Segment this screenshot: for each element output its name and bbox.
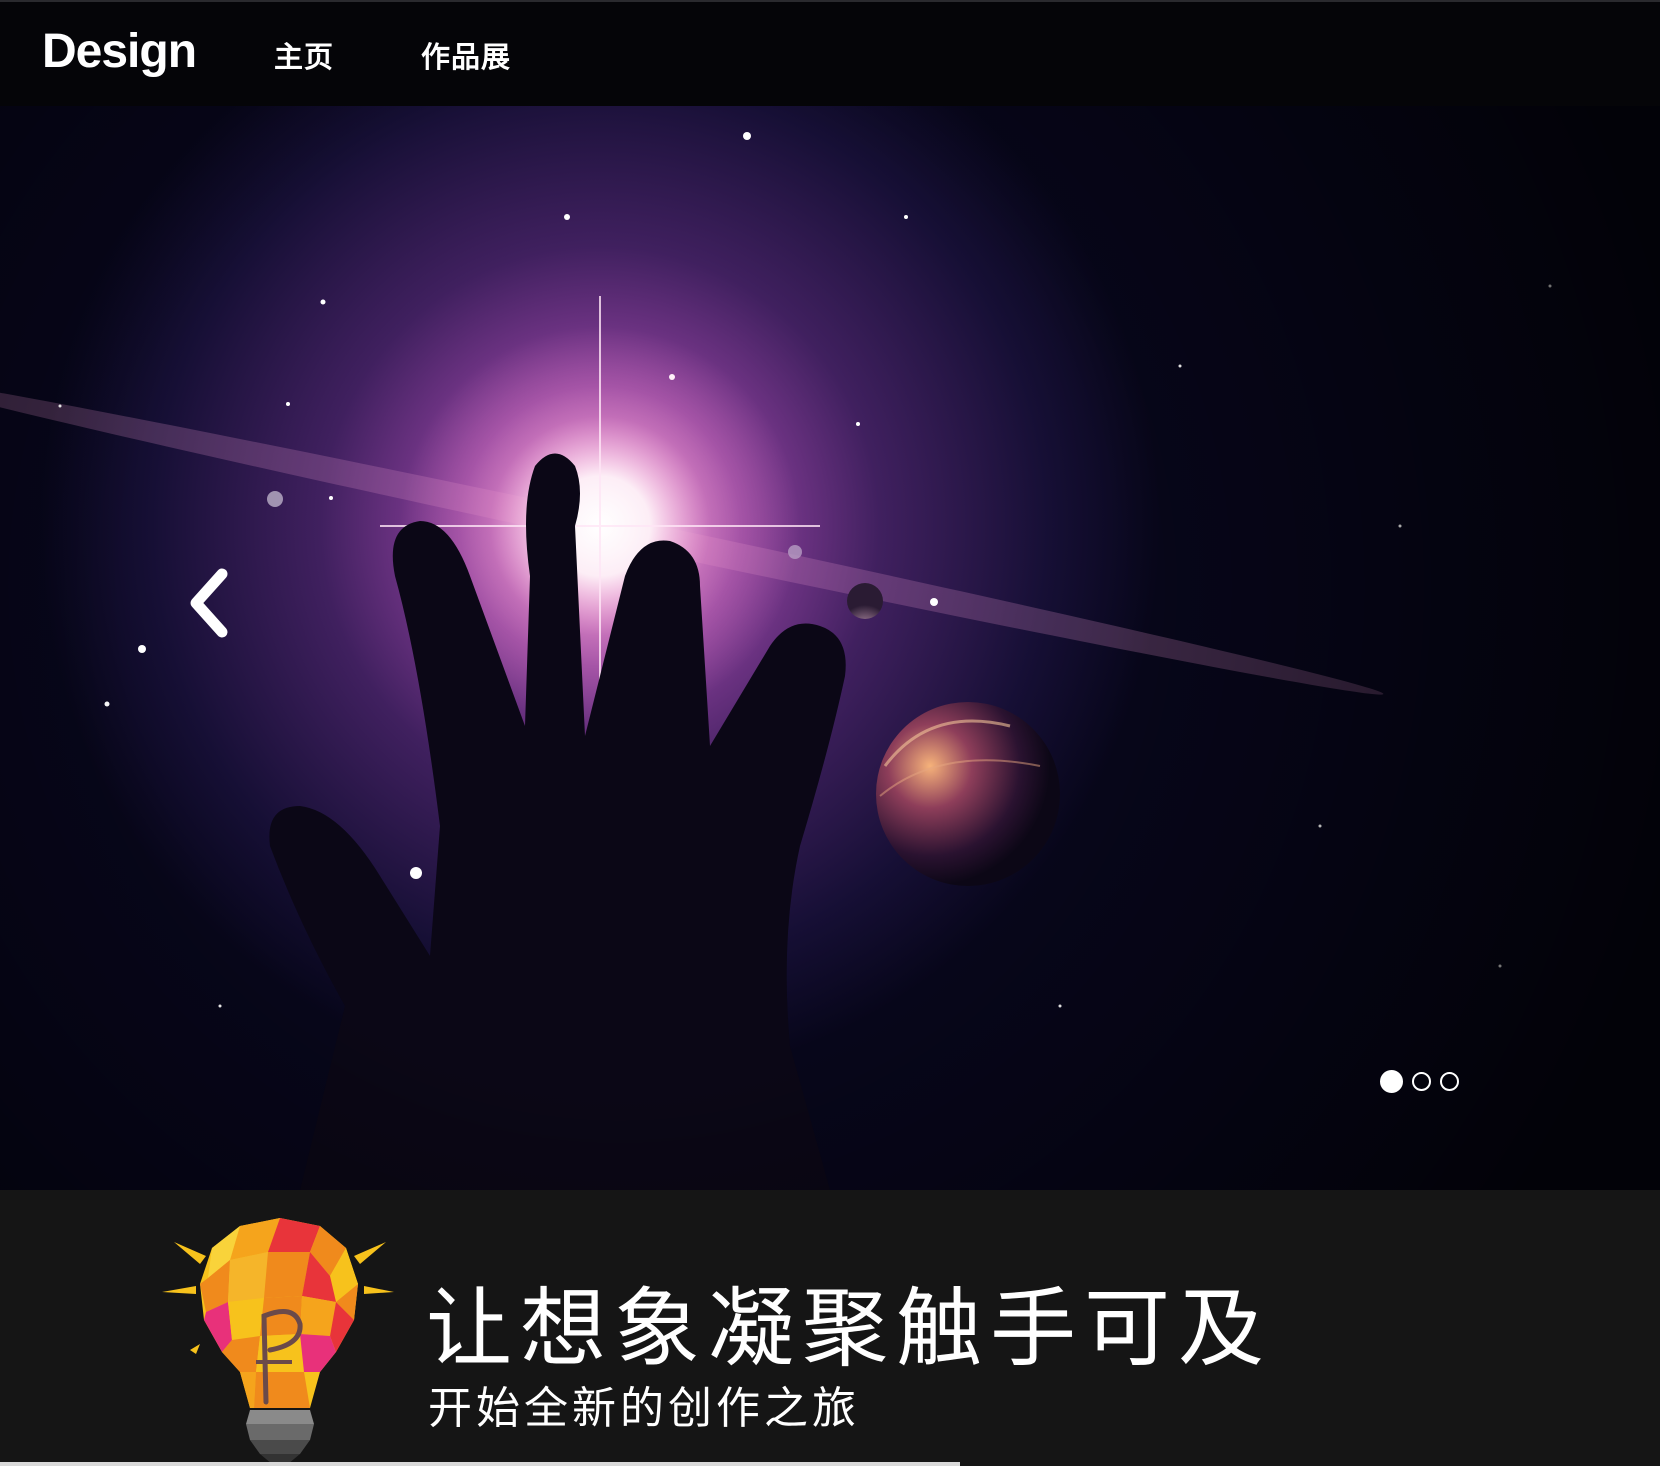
- horizontal-scrollbar[interactable]: [0, 1462, 960, 1466]
- carousel-dot-1[interactable]: [1380, 1069, 1403, 1093]
- banner-headline: 让想象凝聚触手可及: [426, 1279, 1272, 1379]
- page: Design 主页 作品展 让想象凝聚触手可及 开始全新的创作之旅: [0, 0, 1660, 1466]
- hero-carousel: [0, 106, 1660, 1190]
- carousel-prev-button[interactable]: [186, 568, 234, 638]
- carousel-dot-3[interactable]: [1440, 1071, 1459, 1091]
- brand-logo-text[interactable]: Design: [42, 24, 197, 79]
- nav-link-gallery[interactable]: 作品展: [421, 34, 511, 76]
- carousel-dot-2[interactable]: [1412, 1071, 1431, 1091]
- lightbulb-logo-icon: [160, 1212, 400, 1466]
- top-navigation-bar: Design 主页 作品展: [0, 0, 1660, 106]
- space-hand-slide-image: [0, 106, 1660, 1190]
- nav-link-home[interactable]: 主页: [274, 34, 334, 76]
- chevron-left-icon: [190, 568, 228, 638]
- carousel-pagination: [1380, 1068, 1459, 1094]
- slogan-banner: 让想象凝聚触手可及 开始全新的创作之旅: [0, 1190, 1660, 1466]
- banner-subheadline: 开始全新的创作之旅: [428, 1383, 860, 1434]
